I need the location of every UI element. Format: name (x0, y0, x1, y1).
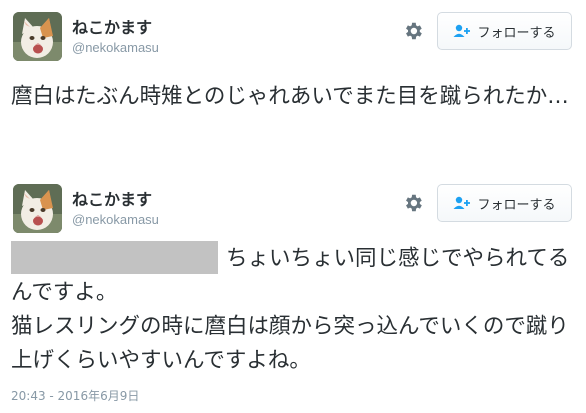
gear-icon[interactable] (402, 192, 424, 214)
tweet-card: ねこかます @nekokamasu フォローする ちょいちょい同じ感じでやられて… (0, 172, 586, 413)
cat-avatar-icon (13, 12, 62, 61)
follow-button-label: フォローする (477, 197, 556, 213)
display-name[interactable]: ねこかます (72, 186, 152, 210)
tweet-card: ねこかます @nekokamasu フォローする 麿白はたぶん時雉とのじゃれあい… (0, 0, 586, 172)
tweet-timestamp[interactable]: 20:43 - 2016年6月9日 (11, 387, 139, 404)
display-name[interactable]: ねこかます (72, 14, 152, 38)
follow-button-label: フォローする (477, 25, 556, 41)
user-avatar[interactable] (13, 184, 62, 233)
follow-button[interactable]: フォローする (437, 184, 572, 222)
user-avatar[interactable] (13, 12, 62, 61)
screen-name[interactable]: @nekokamasu (72, 40, 159, 55)
gear-icon[interactable] (402, 20, 424, 42)
screen-name[interactable]: @nekokamasu (72, 212, 159, 227)
tweet-text: 麿白はたぶん時雉とのじゃれあいでまた目を蹴られたか… (11, 84, 569, 109)
tweet-text: ちょいちょい同じ感じでやられてるんですよ。 猫レスリングの時に麿白は顔から突っ込… (11, 241, 572, 378)
redacted-mention (11, 241, 218, 274)
follow-person-plus-icon (453, 24, 471, 37)
follow-person-plus-icon (453, 196, 471, 209)
cat-avatar-icon (13, 184, 62, 233)
follow-button[interactable]: フォローする (437, 12, 572, 50)
